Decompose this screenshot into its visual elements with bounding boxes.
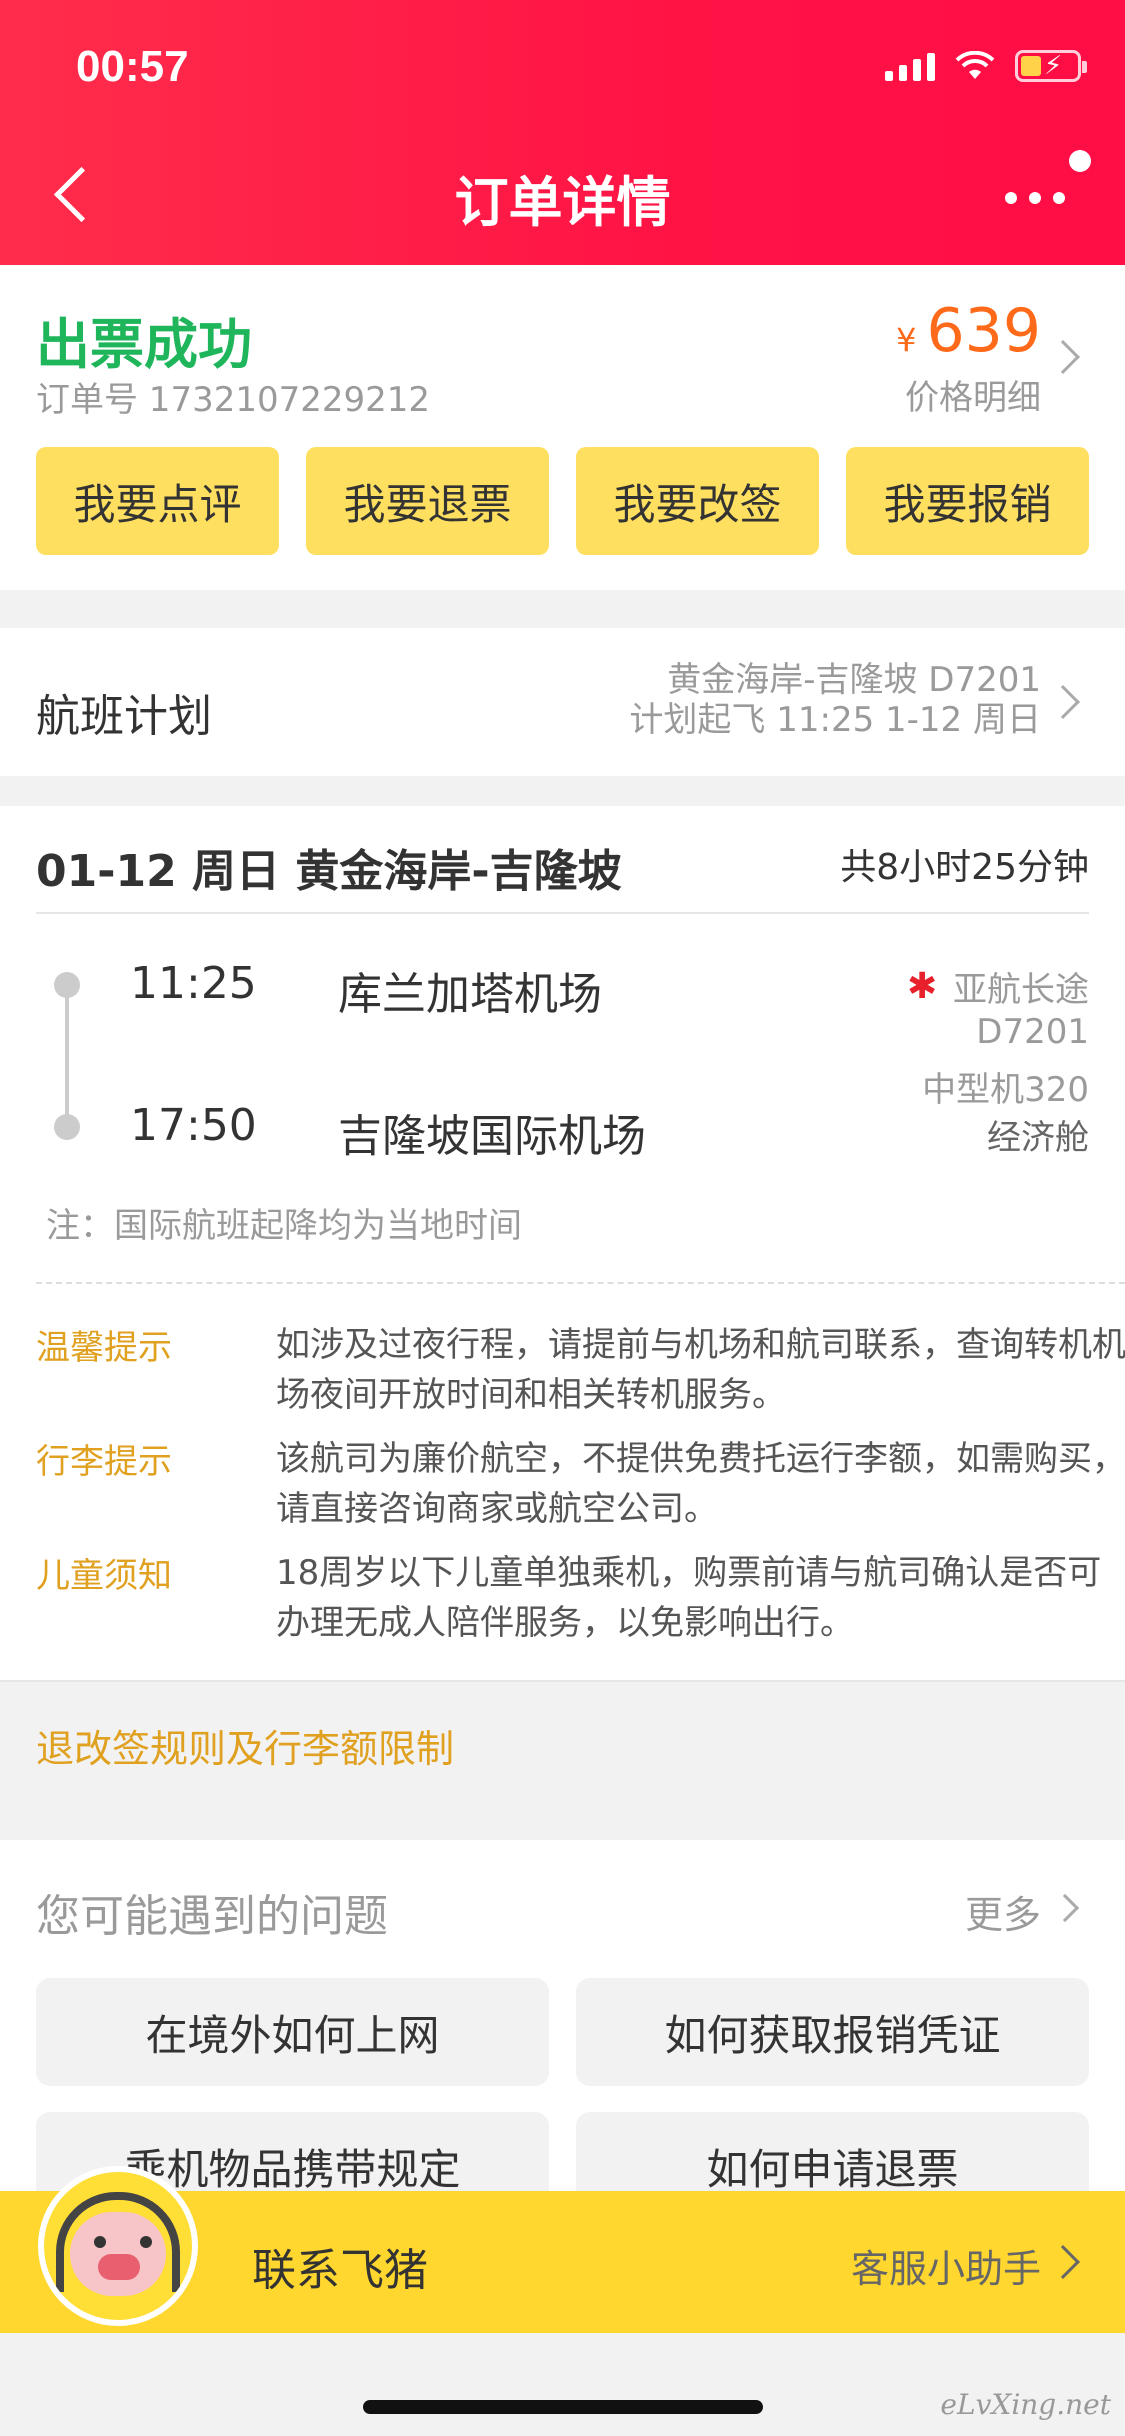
- faq-item[interactable]: 在境外如何上网: [36, 1978, 549, 2086]
- assistant-avatar: [38, 2166, 198, 2326]
- change-button[interactable]: 我要改签: [576, 447, 819, 555]
- notification-dot: [1069, 150, 1091, 172]
- departure-dot: [54, 972, 80, 998]
- price-detail-link[interactable]: 价格明细: [905, 370, 1041, 419]
- tip-label: 温馨提示: [36, 1328, 172, 1368]
- refund-button[interactable]: 我要退票: [306, 447, 549, 555]
- more-menu-button[interactable]: [1005, 170, 1075, 220]
- divider: [36, 912, 1089, 914]
- flight-plan-route: 黄金海岸-吉隆坡 D7201: [667, 660, 1041, 700]
- flight-plan-label: 航班计划: [36, 691, 212, 742]
- faq-more-link[interactable]: 更多: [965, 1884, 1041, 1939]
- tip-label: 儿童须知: [36, 1556, 172, 1596]
- flight-plan-departure: 计划起飞 11:25 1-12 周日: [629, 700, 1041, 740]
- order-status: 出票成功: [36, 313, 252, 376]
- rules-link[interactable]: 退改签规则及行李额限制: [36, 1718, 454, 1773]
- departure-airport: 库兰加塔机场: [338, 969, 602, 1020]
- order-number: 订单号 1732107229212: [36, 380, 431, 420]
- divider: [0, 1680, 1125, 1682]
- status-time: 00:57: [76, 42, 189, 91]
- departure-time: 11:25: [130, 958, 257, 1009]
- airline-name: 亚航长途: [953, 970, 1089, 1010]
- tip-text: 如涉及过夜行程，请提前与机场和航司联系，查询转机机场夜间开放时间和相关转机服务。: [276, 1325, 1125, 1415]
- flight-number: D7201: [976, 1012, 1089, 1052]
- aircraft-type: 中型机320: [922, 1070, 1089, 1110]
- segment-title: 01-12 周日 黄金海岸-吉隆坡: [36, 846, 622, 897]
- tip-label: 行李提示: [36, 1442, 172, 1482]
- arrival-time: 17:50: [130, 1100, 257, 1151]
- assistant-link[interactable]: 客服小助手: [851, 2238, 1041, 2293]
- price-value: 639: [926, 296, 1041, 366]
- airline-info: ✱ 亚航长途: [907, 962, 1089, 1011]
- faq-title: 您可能遇到的问题: [36, 1891, 388, 1942]
- faq-item[interactable]: 如何获取报销凭证: [576, 1978, 1089, 2086]
- cabin-class: 经济舱: [987, 1118, 1089, 1158]
- tip-text: 18周岁以下儿童单独乘机，购票前请与航司确认是否可办理无成人陪伴服务，以免影响出…: [276, 1553, 1102, 1643]
- arrival-airport: 吉隆坡国际机场: [338, 1111, 646, 1162]
- review-button[interactable]: 我要点评: [36, 447, 279, 555]
- arrival-dot: [54, 1114, 80, 1140]
- wifi-icon: [955, 51, 995, 79]
- signal-icon: [885, 51, 935, 81]
- flight-plan-summary: 黄金海岸-吉隆坡 D7201 计划起飞 11:25 1-12 周日: [629, 660, 1041, 740]
- segment-duration: 共8小时25分钟: [840, 847, 1089, 888]
- page-title: 订单详情: [454, 171, 671, 234]
- action-buttons: 我要点评 我要退票 我要改签 我要报销: [36, 447, 1089, 555]
- currency-symbol: ¥: [896, 321, 917, 359]
- watermark: eLvXing.net: [940, 2388, 1111, 2421]
- reimburse-button[interactable]: 我要报销: [846, 447, 1089, 555]
- status-icons: ⚡: [885, 50, 1087, 82]
- tip-text: 该航司为廉价航空，不提供免费托运行李额，如需购买，请直接咨询商家或航空公司。: [276, 1439, 1125, 1529]
- home-indicator[interactable]: [363, 2400, 763, 2414]
- contact-label: 联系飞猪: [252, 2245, 428, 2296]
- timeline-line: [65, 985, 69, 1127]
- dashed-divider: [36, 1282, 1125, 1284]
- price-total[interactable]: ¥ 639: [896, 296, 1041, 366]
- battery-icon: ⚡: [1015, 50, 1087, 82]
- time-note: 注：国际航班起降均为当地时间: [46, 1206, 522, 1246]
- airline-logo-icon: ✱: [907, 965, 938, 1007]
